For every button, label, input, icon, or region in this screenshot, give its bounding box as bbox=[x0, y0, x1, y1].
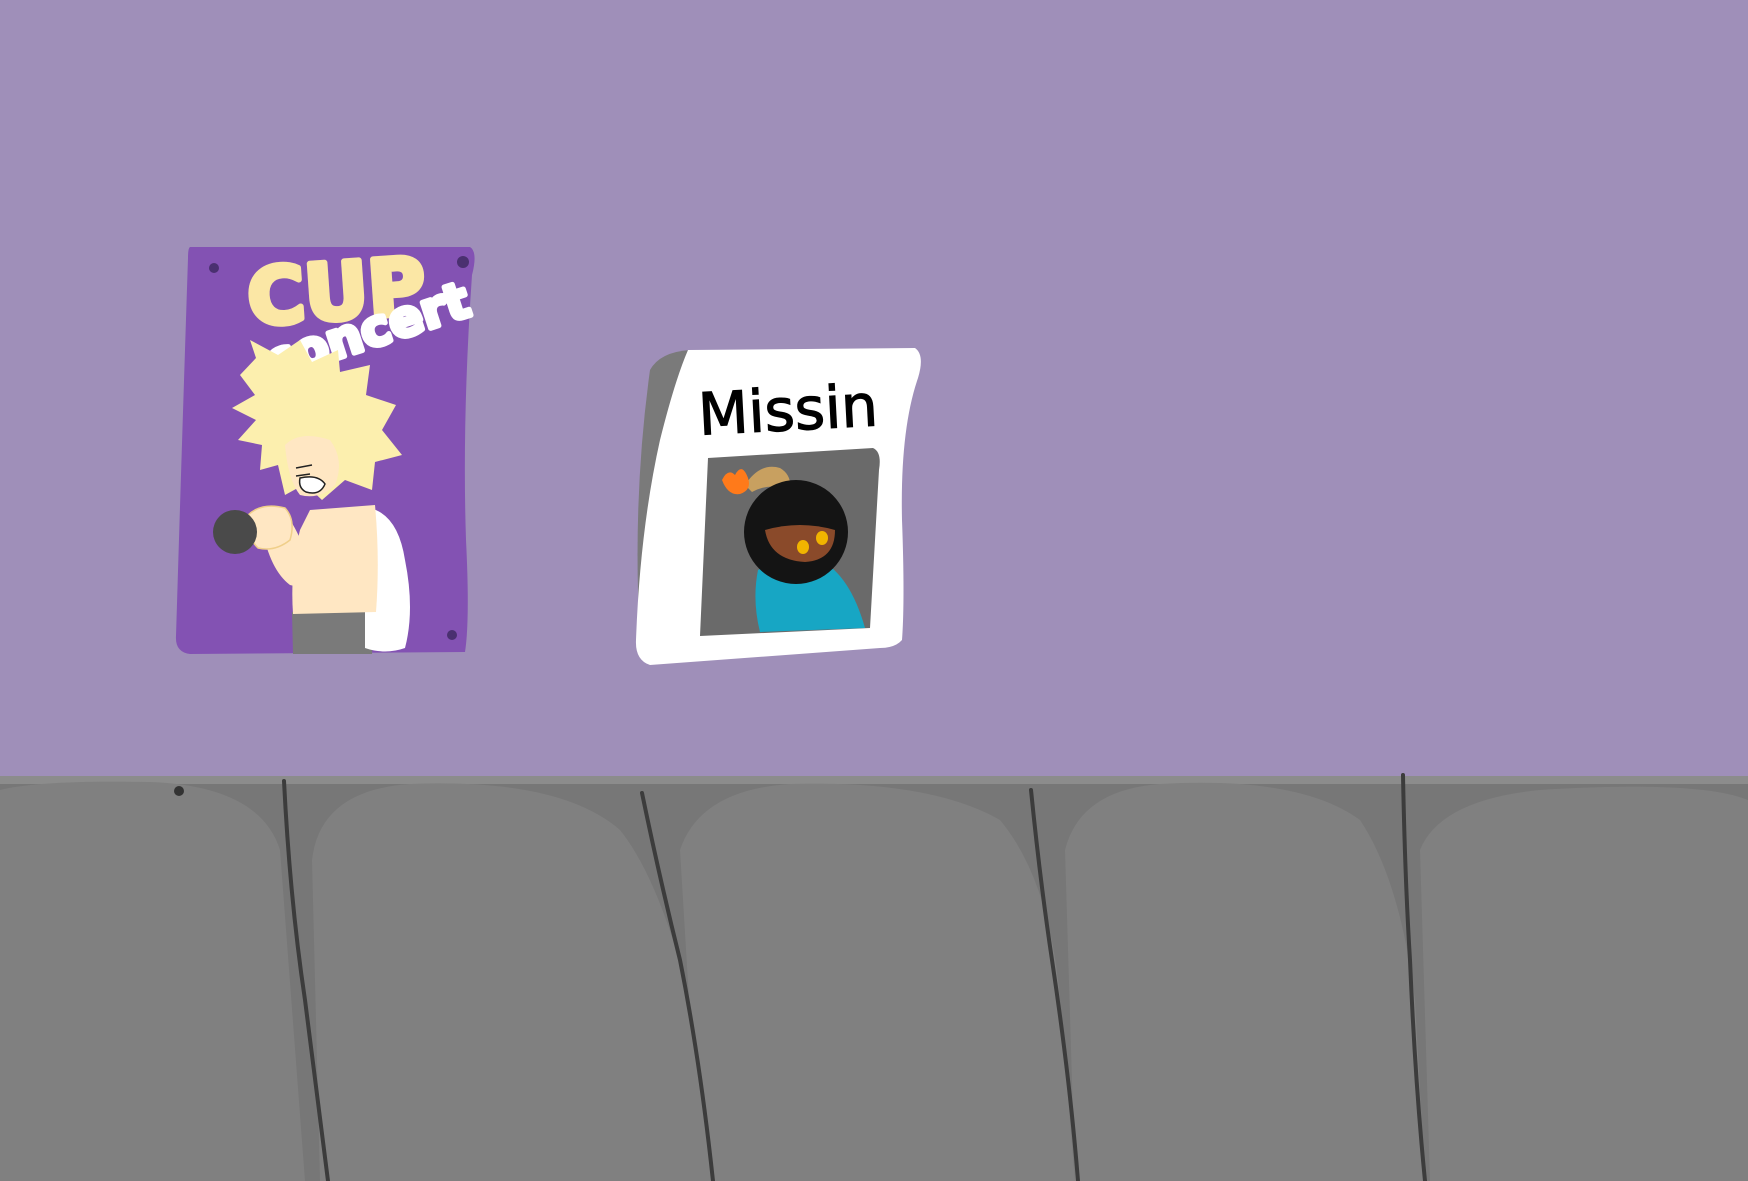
poster-pin-bottom-right bbox=[447, 630, 457, 640]
character-eye-left bbox=[797, 540, 809, 554]
poster-pin-top-right bbox=[457, 256, 469, 268]
poster-pin-top-left bbox=[209, 263, 219, 273]
microphone-icon bbox=[213, 510, 257, 554]
scene: CUP concert Missin bbox=[0, 0, 1748, 1181]
character-eye-right bbox=[816, 531, 828, 545]
bench-nail bbox=[174, 786, 184, 796]
singer-mouth bbox=[298, 476, 326, 494]
concert-poster: CUP concert bbox=[175, 239, 479, 654]
missing-poster: Missin bbox=[635, 348, 921, 665]
bench-ledge bbox=[0, 776, 1748, 784]
seat-cushion-1 bbox=[0, 781, 305, 1181]
bench bbox=[0, 773, 1748, 1181]
missing-poster-title: Missin bbox=[697, 371, 880, 448]
seat-cushion-5 bbox=[1420, 786, 1748, 1181]
seat-cushion-3 bbox=[680, 783, 1075, 1181]
seat-cushion-4 bbox=[1065, 782, 1425, 1181]
